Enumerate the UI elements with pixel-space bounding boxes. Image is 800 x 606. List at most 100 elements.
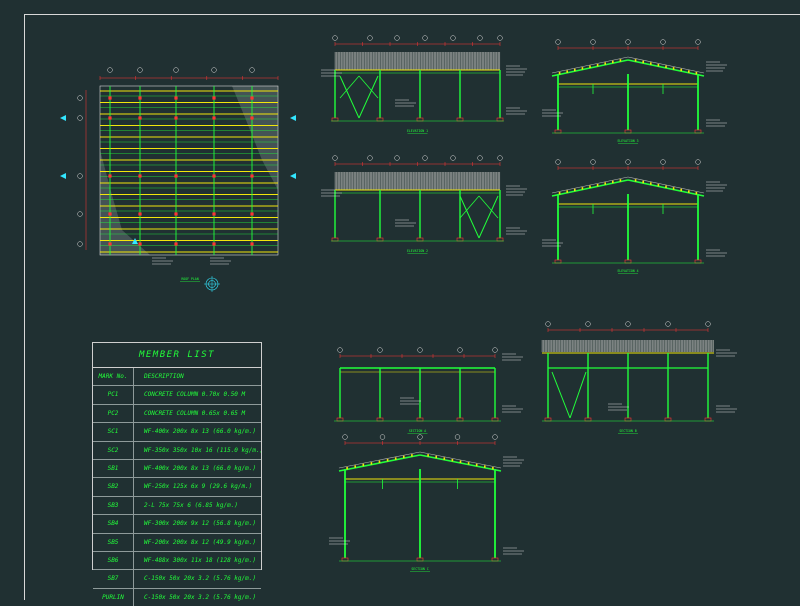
section-b [541, 340, 714, 422]
brace [459, 195, 480, 219]
table-row: SB3 2-L 75x 75x 6 (6.85 kg/m.) [93, 496, 261, 516]
plan-top-dimension [99, 76, 279, 80]
table-row: SB2 WF-250x 125x 6x 9 (29.6 kg/m.) [93, 478, 261, 497]
elevation-drawing [331, 172, 504, 242]
column-base [664, 417, 672, 422]
gable-elevation-4 [551, 176, 705, 264]
member-list-title: MEMBER LIST [93, 343, 261, 368]
drawing-title: SECTION A [409, 429, 426, 433]
gable-grid-bubble [342, 434, 348, 440]
column-marker [250, 116, 254, 120]
gable-grid-bubble [625, 159, 631, 165]
column-marker [250, 212, 254, 216]
purlin [634, 59, 637, 62]
section-dimension [339, 354, 496, 358]
gable-notes [706, 61, 727, 72]
brace [339, 75, 360, 119]
purlin [370, 462, 373, 465]
column-base [624, 129, 632, 134]
member-description: WF-400x 200x 8x 13 (66.0 kg/m.) [144, 464, 256, 472]
purlin [443, 457, 446, 460]
brace [569, 371, 587, 419]
section-grid-bubble [705, 321, 711, 327]
drawing-title: ELEVATION 4 [617, 269, 638, 273]
purlin [451, 458, 454, 462]
column-base [331, 237, 339, 242]
purlin [427, 454, 429, 457]
purlin [596, 183, 599, 187]
column-base [331, 117, 339, 122]
column-base [624, 417, 632, 422]
column-marker [212, 212, 216, 216]
purlin [604, 62, 606, 65]
member-description: WF-350x 350x 10x 16 (115.0 kg/m.) [144, 446, 261, 454]
purlin [574, 68, 576, 72]
member-mark: SB5 [93, 533, 134, 551]
plan-grid-bubble [137, 67, 143, 73]
section-grid-bubble [625, 321, 631, 327]
column-base [456, 417, 464, 422]
section-grid-bubble [457, 347, 463, 353]
purlin [435, 455, 437, 459]
section-grid-bubble [417, 347, 423, 353]
column-marker [108, 212, 112, 216]
purlin [386, 458, 389, 462]
purlin [695, 191, 698, 195]
elev-notes [506, 185, 527, 196]
section-a [334, 367, 501, 422]
gable-grid-bubble [590, 159, 596, 165]
elev-notes [395, 219, 416, 227]
column-marker [212, 116, 216, 120]
brace [478, 195, 499, 219]
elev-grid-bubble [394, 35, 400, 41]
brace [358, 75, 379, 119]
purlin [657, 183, 660, 187]
plan-grid-bubble [211, 67, 217, 73]
brace [551, 371, 571, 419]
gable-notes [503, 456, 524, 467]
column-marker [174, 212, 178, 216]
column-marker [108, 242, 112, 246]
purlin [612, 60, 614, 64]
gable-grid-bubble [590, 39, 596, 45]
column-base [376, 417, 384, 422]
column-base [456, 237, 464, 242]
member-list-header: MARK No. DESCRIPTION [93, 368, 261, 387]
column-base [416, 117, 424, 122]
column-base [584, 417, 592, 422]
plan-notes [152, 257, 173, 265]
column-base [376, 237, 384, 242]
brace [478, 195, 499, 239]
purlin [589, 65, 591, 68]
member-description: CONCRETE COLUMN 0.70x 0.50 M [144, 391, 246, 399]
elev-grid-bubble [497, 155, 503, 161]
gable-grid-bubble [454, 434, 461, 440]
column-marker [138, 96, 142, 100]
plan-grid-bubble [77, 241, 83, 247]
column-base [496, 117, 504, 122]
purlin [403, 455, 405, 459]
section-marker [60, 115, 66, 121]
gable-notes [503, 547, 524, 555]
drawing-title: SECTION B [619, 429, 636, 433]
drawing-title: ELEVATION 1 [407, 129, 428, 133]
plan-grid-bubble [77, 95, 83, 101]
drawing-sheet: ROOF PLAN ELEVATION 1 ELEVATION 2 ELEVATION… [0, 0, 800, 606]
purlin [566, 70, 568, 73]
section-marker [290, 173, 296, 179]
elev-dimension [334, 162, 501, 166]
purlin [558, 191, 561, 195]
roof-plan [60, 85, 296, 256]
gable-grid-bubble [660, 39, 666, 45]
elev-grid-bubble [450, 155, 456, 161]
gable-dimension [557, 46, 699, 50]
column-marker [138, 174, 142, 178]
roof-sheet [335, 52, 500, 70]
gable-grid-bubble [695, 39, 701, 45]
member-description: 2-L 75x 75x 6 (6.85 kg/m.) [144, 501, 238, 509]
table-row: PC2 CONCRETE COLUMN 0.65x 0.65 M [93, 404, 261, 424]
drawing-title: ROOF PLAN [181, 277, 198, 281]
section-marker [290, 115, 296, 121]
gable-grid-bubble [555, 39, 561, 45]
gable-grid-bubble [492, 434, 498, 440]
